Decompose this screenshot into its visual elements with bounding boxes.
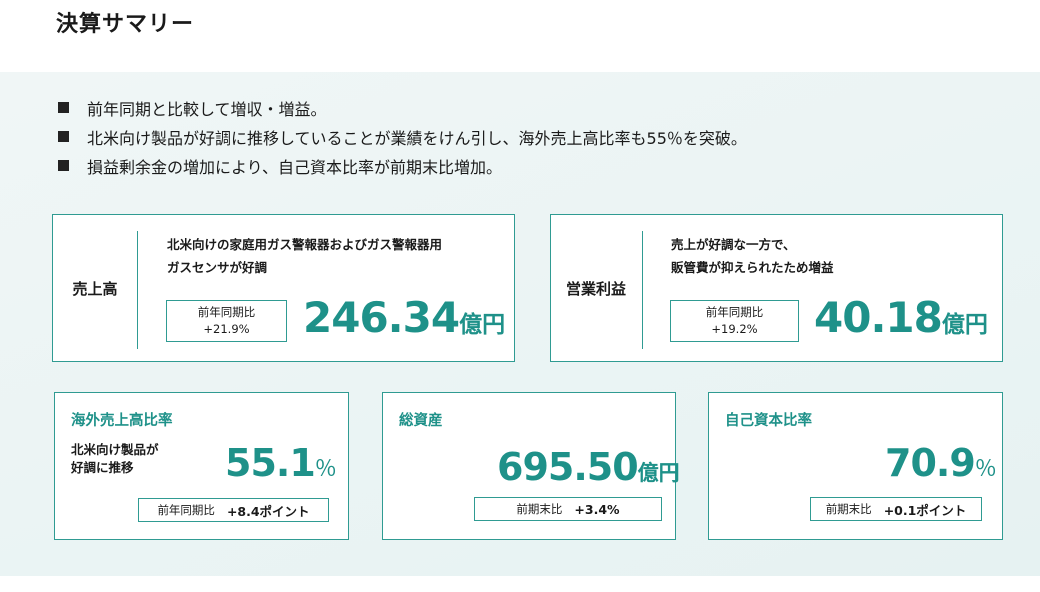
square-bullet-icon	[58, 131, 69, 142]
summary-bullets: 前年同期と比較して増収・増益。 北米向け製品が好調に推移していることが業績をけん…	[58, 93, 747, 180]
total-assets-card: 総資産 695.50億円 前期末比 +3.4%	[382, 392, 680, 540]
sales-divider	[137, 231, 138, 349]
sales-yoy-box: 前年同期比 +21.9%	[166, 300, 287, 342]
overseas-ratio-value: 55.1％	[225, 441, 337, 485]
operating-income-divider	[642, 231, 643, 349]
total-assets-comparison: 前期末比 +3.4%	[474, 497, 662, 521]
overseas-ratio-note: 北米向け製品が 好調に推移	[71, 442, 159, 475]
equity-ratio-value: 70.9％	[885, 441, 997, 485]
equity-ratio-title: 自己資本比率	[725, 413, 812, 429]
operating-income-label: 営業利益	[565, 279, 626, 298]
operating-income-value: 40.18億円	[814, 293, 988, 342]
bullet-item: 損益剰余金の増加により、自己資本比率が前期末比増加。	[58, 151, 747, 180]
total-assets-title: 総資産	[399, 413, 443, 429]
sales-value: 246.34億円	[303, 293, 506, 342]
bullet-item: 北米向け製品が好調に推移していることが業績をけん引し、海外売上高比率も55％を突…	[58, 122, 747, 151]
operating-income-yoy-box: 前年同期比 +19.2%	[670, 300, 799, 342]
overseas-ratio-title: 海外売上高比率	[71, 413, 173, 429]
sales-description: 北米向けの家庭用ガス警報器およびガス警報器用 ガスセンサが好調	[167, 237, 443, 275]
equity-ratio-comparison: 前期末比 +0.1ポイント	[810, 497, 982, 521]
overseas-ratio-card: 海外売上高比率 北米向け製品が 好調に推移 55.1％ 前年同期比 +8.4ポイン…	[54, 392, 349, 540]
operating-income-card: 営業利益 売上が好調な一方で、 販管費が抑えられたため増益 前年同期比 +19.…	[550, 214, 1003, 362]
equity-ratio-card: 自己資本比率 70.9％ 前期末比 +0.1ポイント	[708, 392, 1003, 540]
overseas-ratio-comparison: 前年同期比 +8.4ポイント	[138, 498, 329, 522]
sales-label: 売上高	[72, 279, 118, 298]
sales-card: 売上高 北米向けの家庭用ガス警報器およびガス警報器用 ガスセンサが好調 前年同期…	[52, 214, 515, 362]
total-assets-value: 695.50億円	[497, 445, 680, 489]
operating-income-description: 売上が好調な一方で、 販管費が抑えられたため増益	[671, 237, 834, 275]
bullet-item: 前年同期と比較して増収・増益。	[58, 93, 747, 122]
square-bullet-icon	[58, 160, 69, 171]
page-title: 決算サマリー	[56, 12, 195, 37]
square-bullet-icon	[58, 102, 69, 113]
